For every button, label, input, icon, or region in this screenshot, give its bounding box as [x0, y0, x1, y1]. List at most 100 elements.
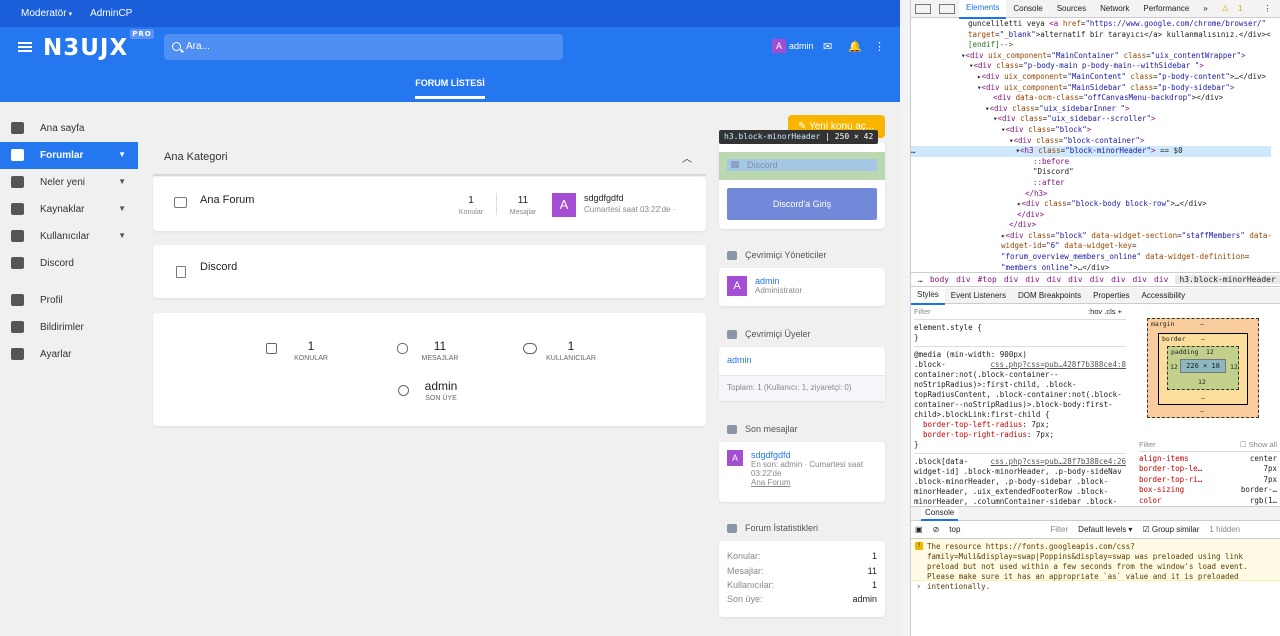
computed-pane[interactable]: Filter ☐ Show all align-items center borde… [1139, 440, 1280, 505]
stat-latest-member: admin SON ÜYE [396, 379, 486, 402]
user-menu[interactable]: Aadmin [772, 39, 814, 53]
more-tabs-icon[interactable]: » [1196, 0, 1214, 18]
stat-row: Son üye: admin [727, 594, 877, 604]
topic-count: 1 Konular [458, 195, 484, 216]
latest-posts-header: Son mesajlar [727, 424, 798, 434]
sidebar-item-whats-new[interactable]: Neler yeni ▼ [0, 169, 138, 196]
site-logo[interactable]: N3UJXPRO [43, 29, 154, 61]
styles-filter[interactable]: Filter [914, 307, 931, 317]
devtools-tabs: Elements Console Sources Network Perform… [911, 0, 1280, 19]
tab-styles[interactable]: Styles [911, 286, 945, 305]
console-drawer: Console ▣ ⊘ top Filter Default levels ▾ … [911, 506, 1280, 636]
members-online-block: admin Toplam: 1 (Kullanıcı: 1, ziyaretçi… [719, 347, 885, 401]
chevron-down-icon: ▾ [68, 10, 73, 18]
last-post[interactable]: Asdgdfgdfd Cumartesi saat 03:22'de · [552, 193, 675, 217]
sidebar-item-notifications[interactable]: Bildirimler [0, 314, 138, 341]
sidebar-item-home[interactable]: Ana sayfa [0, 115, 138, 142]
console-warning: The resource https://fonts.googleapis.co… [911, 539, 1280, 591]
forum-title[interactable]: Discord [200, 261, 237, 273]
forum-row[interactable]: Discord [153, 245, 706, 298]
levels-select[interactable]: Default levels ▾ [1078, 525, 1132, 534]
avatar: A [727, 276, 747, 296]
chevron-down-icon[interactable]: ▼ [118, 204, 126, 213]
chart-icon [727, 523, 737, 533]
chat-icon [727, 424, 737, 434]
sidebar-item-resources[interactable]: Kaynaklar ▼ [0, 196, 138, 223]
header: N3UJXPRO Ara... Aadmin ✉ 🔔 ⋮ FORUM LİSTE… [0, 27, 900, 102]
tab-accessibility[interactable]: Accessibility [1136, 288, 1192, 304]
add-user-icon [398, 385, 409, 396]
context-select[interactable]: top [949, 525, 960, 534]
clear-console-icon[interactable]: ⊘ [933, 525, 940, 534]
inspect-icon[interactable] [915, 3, 931, 14]
tab-console[interactable]: Console [1006, 0, 1049, 18]
latest-post-item[interactable]: Asdgdfgdfd En son: admin · Cumartesi saat… [727, 450, 871, 487]
mail-icon[interactable]: ✉ [823, 40, 832, 53]
chevron-down-icon[interactable]: ▼ [118, 177, 126, 186]
sidebar-item-settings[interactable]: Ayarlar [0, 341, 138, 368]
admincp-link[interactable]: AdminCP [90, 8, 132, 19]
chat-icon [397, 343, 408, 354]
person-icon [11, 294, 24, 306]
sidebar-nav: Ana sayfa Forumlar ▼ Neler yeni ▼ Kaynakla… [0, 115, 138, 368]
sidebar-item-discord[interactable]: Discord [0, 250, 138, 277]
stat-topics: 1 KONULAR [266, 339, 356, 362]
discord-block: Discord Discord'a Giriş [719, 142, 885, 229]
staff-member[interactable]: Aadmin Administrator [727, 276, 802, 296]
sidebar-item-users[interactable]: Kullanıcılar ▼ [0, 223, 138, 250]
console-filter[interactable]: Filter [1050, 525, 1068, 534]
tab-sources[interactable]: Sources [1050, 0, 1093, 18]
forum-stats-header: Forum İstatistikleri [727, 523, 818, 533]
staff-online-header: Çevrimiçi Yöneticiler [727, 250, 826, 260]
staff-online-block: Aadmin Administrator [719, 268, 885, 306]
message-count: 11 Mesajlar [509, 195, 537, 216]
tab-performance[interactable]: Performance [1136, 0, 1196, 18]
members-online-header: Çevrimiçi Üyeler [727, 329, 811, 339]
top-bar: Moderatör ▾ AdminCP [0, 0, 900, 27]
styles-pane[interactable]: Filter:hov .cls + element.style { } @med… [911, 305, 1126, 505]
forum-stats-block: Konular: 1 Mesajlar: 11 Kullanıcılar: 1 Son… [719, 541, 885, 617]
sidebar-item-forums[interactable]: Forumlar ▼ [0, 142, 138, 169]
warning-count[interactable]: ⚠ 1 [1215, 0, 1257, 18]
chevron-down-icon[interactable]: ▼ [118, 150, 126, 159]
sidebar-item-profile[interactable]: Profil [0, 287, 138, 314]
stat-row: Mesajlar: 11 [727, 566, 877, 576]
menu-icon[interactable] [18, 42, 32, 52]
group-similar-checkbox[interactable]: ☑ Group similar [1142, 525, 1199, 534]
avatar: A [772, 39, 786, 53]
forum-title[interactable]: Ana Forum [200, 194, 254, 206]
document-icon [176, 266, 186, 278]
search-input[interactable]: Ara... [164, 34, 563, 60]
tab-forum-list[interactable]: FORUM LİSTESİ [415, 78, 485, 99]
devtools-panel: Elements Console Sources Network Perform… [910, 0, 1280, 636]
console-sidebar-icon[interactable]: ▣ [915, 525, 923, 534]
forum-row[interactable]: Ana Forum 1 Konular 11 Mesajlar Asdgdfgdfd… [153, 177, 706, 231]
collapse-icon[interactable]: ︿ [682, 150, 692, 165]
device-icon[interactable] [939, 3, 955, 14]
main-content: Ana Kategori ︿ Ana Forum 1 Konular 11 Mesaj… [153, 140, 706, 426]
member-link[interactable]: admin [727, 355, 752, 365]
tab-console-drawer[interactable]: Console [921, 506, 959, 521]
bell-icon[interactable]: 🔔 [848, 40, 862, 53]
more-icon[interactable]: ⋮ [874, 40, 885, 53]
tab-dom-breakpoints[interactable]: DOM Breakpoints [1012, 288, 1087, 304]
show-all-checkbox[interactable]: ☐ Show all [1240, 440, 1277, 451]
chevron-down-icon[interactable]: ▼ [118, 231, 126, 240]
alert-icon [11, 176, 24, 188]
discord-login-button[interactable]: Discord'a Giriş [727, 188, 877, 220]
moderator-menu[interactable]: Moderatör [21, 8, 67, 19]
dom-tree[interactable]: gunceliletti veya <a href="https://www.g… [911, 19, 1271, 271]
avatar: A [727, 450, 743, 466]
search-icon [172, 42, 181, 51]
stat-messages: 11 MESAJLAR [395, 339, 485, 362]
stat-row: Konular: 1 [727, 551, 877, 561]
category-header[interactable]: Ana Kategori ︿ [153, 140, 706, 176]
discord-icon [11, 257, 24, 269]
tab-elements[interactable]: Elements [959, 0, 1007, 19]
tab-network[interactable]: Network [1093, 0, 1136, 18]
more-icon[interactable]: ⋮ [1257, 0, 1279, 18]
tab-event-listeners[interactable]: Event Listeners [945, 288, 1012, 304]
latest-posts-block: Asdgdfgdfd En son: admin · Cumartesi saat… [719, 442, 885, 502]
tab-properties[interactable]: Properties [1087, 288, 1135, 304]
panel-divider[interactable] [900, 0, 910, 636]
